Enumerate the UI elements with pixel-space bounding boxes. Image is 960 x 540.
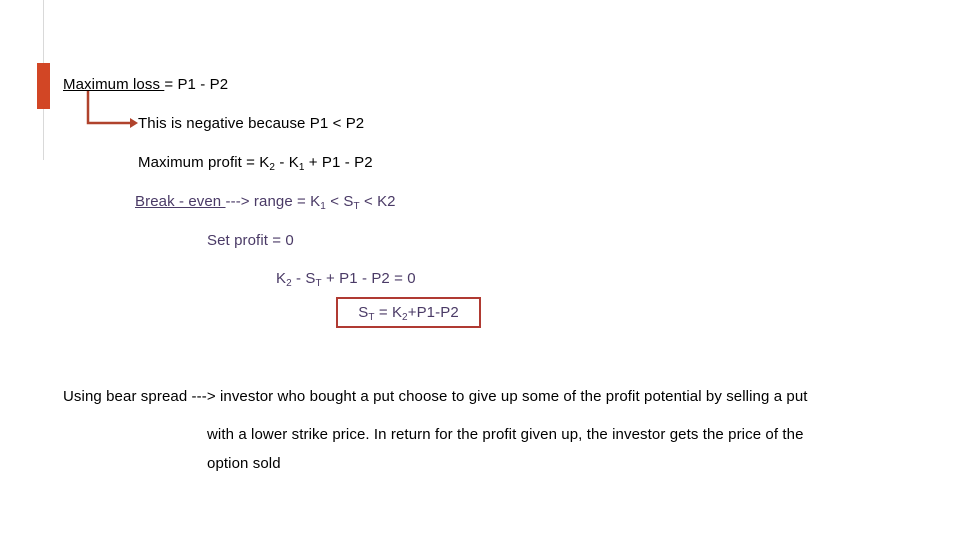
max-profit-sub-1: 2	[269, 162, 276, 173]
max-profit-mid: - K	[275, 154, 299, 171]
result-mid: = K	[374, 304, 403, 321]
paragraph-line-2: with a lower strike price. In return for…	[207, 426, 804, 443]
break-even-line: Break - even ---> range = K1 < ST < K2	[135, 192, 396, 214]
slide-canvas: Maximum loss = P1 - P2 This is negative …	[0, 0, 960, 540]
break-even-mid: ---> range = K	[225, 193, 321, 210]
paragraph-line-3: option sold	[207, 455, 281, 472]
paragraph-line-1: Using bear spread ---> investor who boug…	[63, 388, 808, 405]
equation-mid: - S	[291, 270, 316, 287]
break-even-sub-2: T	[353, 201, 360, 212]
result-sub-1: T	[368, 312, 375, 323]
negative-note-line: This is negative because P1 < P2	[138, 115, 365, 132]
max-profit-sub-2: 1	[298, 162, 305, 173]
result-line: ST = K2+P1-P2	[338, 299, 479, 325]
equation-suffix: + P1 - P2 = 0	[321, 270, 416, 287]
set-profit-line: Set profit = 0	[207, 232, 294, 249]
break-even-mid-2: < S	[325, 193, 354, 210]
red-accent-bar	[37, 63, 50, 109]
result-suffix: +P1-P2	[407, 304, 459, 321]
result-sub-2: 2	[402, 312, 408, 323]
break-even-suffix: < K2	[359, 193, 396, 210]
equation-sub-2: T	[315, 278, 322, 289]
result-prefix: S	[358, 304, 369, 321]
equation-sub-1: 2	[286, 278, 292, 289]
max-profit-line: Maximum profit = K2 - K1 + P1 - P2	[138, 153, 373, 175]
max-profit-prefix: Maximum profit = K	[138, 154, 270, 171]
break-even-label: Break - even	[135, 193, 226, 210]
result-box: ST = K2+P1-P2	[336, 297, 481, 328]
break-even-sub-1: 1	[320, 201, 326, 212]
max-loss-expression: = P1 - P2	[164, 76, 229, 93]
equation-line: K2 - ST + P1 - P2 = 0	[276, 269, 416, 291]
max-profit-suffix: + P1 - P2	[304, 154, 373, 171]
equation-prefix: K	[276, 270, 287, 287]
